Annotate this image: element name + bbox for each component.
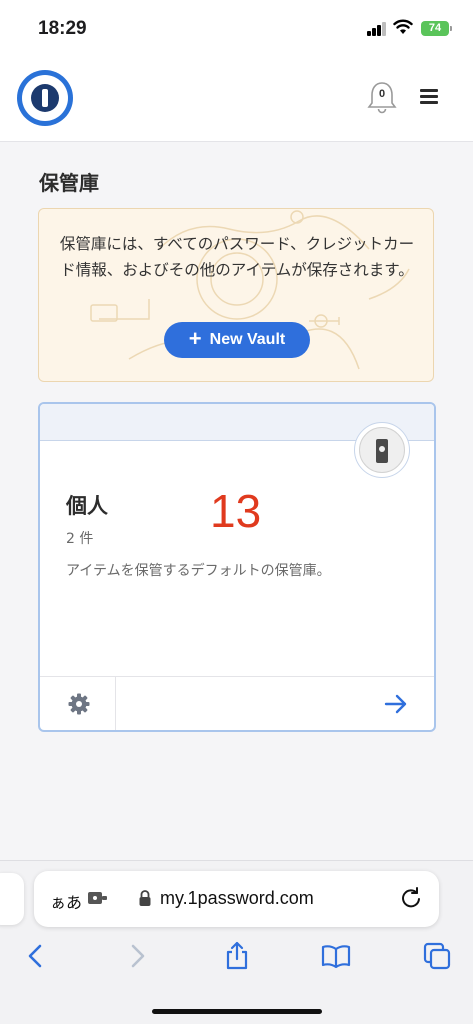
wifi-icon bbox=[393, 19, 413, 34]
vault-card-footer bbox=[40, 676, 434, 730]
notification-count: 0 bbox=[378, 88, 386, 100]
bookmarks-icon[interactable] bbox=[321, 941, 351, 971]
forward-icon[interactable] bbox=[122, 941, 152, 971]
new-vault-button[interactable]: + New Vault bbox=[164, 322, 310, 358]
reload-icon[interactable] bbox=[400, 887, 422, 909]
back-icon[interactable] bbox=[21, 941, 51, 971]
app-header: 0 bbox=[0, 56, 473, 142]
vault-avatar bbox=[354, 422, 410, 478]
share-icon[interactable] bbox=[222, 941, 252, 971]
new-vault-label: New Vault bbox=[209, 331, 286, 348]
vault-item-count: 2 件 bbox=[66, 531, 94, 547]
extension-icon[interactable] bbox=[88, 891, 108, 905]
plus-icon: + bbox=[188, 326, 202, 351]
status-time: 18:29 bbox=[38, 18, 87, 39]
notifications-button[interactable]: 0 bbox=[366, 80, 398, 116]
previous-tab-preview[interactable] bbox=[0, 873, 24, 925]
home-indicator bbox=[152, 1009, 322, 1014]
vault-keyhole-icon bbox=[359, 427, 405, 473]
page-settings-button[interactable]: ぁあ bbox=[50, 889, 82, 913]
status-bar: 18:29 74 bbox=[0, 0, 473, 56]
url-text[interactable]: my.1password.com bbox=[160, 888, 314, 909]
hamburger-menu-icon[interactable] bbox=[420, 89, 438, 105]
cellular-signal-icon bbox=[367, 22, 387, 36]
vault-info-card: 保管庫には、すべてのパスワード、クレジットカード情報、およびその他のアイテムが保… bbox=[38, 208, 434, 382]
vault-description: アイテムを保管するデフォルトの保管庫。 bbox=[66, 563, 331, 579]
page-title: 保管庫 bbox=[39, 171, 99, 195]
tabs-icon[interactable] bbox=[422, 941, 452, 971]
vault-name[interactable]: 個人 bbox=[66, 490, 108, 520]
arrow-right-icon[interactable] bbox=[384, 693, 408, 715]
battery-indicator: 74 bbox=[421, 21, 452, 36]
browser-toolbar: ぁあ my.1password.com bbox=[0, 860, 473, 1024]
gear-icon[interactable] bbox=[68, 693, 90, 715]
1password-logo-icon[interactable] bbox=[17, 70, 73, 126]
info-description: 保管庫には、すべてのパスワード、クレジットカード情報、およびその他のアイテムが保… bbox=[59, 235, 415, 279]
vault-overlay-number: 13 bbox=[210, 485, 262, 537]
vault-card[interactable]: 個人 13 2 件 アイテムを保管するデフォルトの保管庫。 bbox=[38, 402, 436, 732]
address-bar[interactable]: ぁあ my.1password.com bbox=[34, 871, 439, 927]
lock-icon bbox=[139, 890, 151, 906]
